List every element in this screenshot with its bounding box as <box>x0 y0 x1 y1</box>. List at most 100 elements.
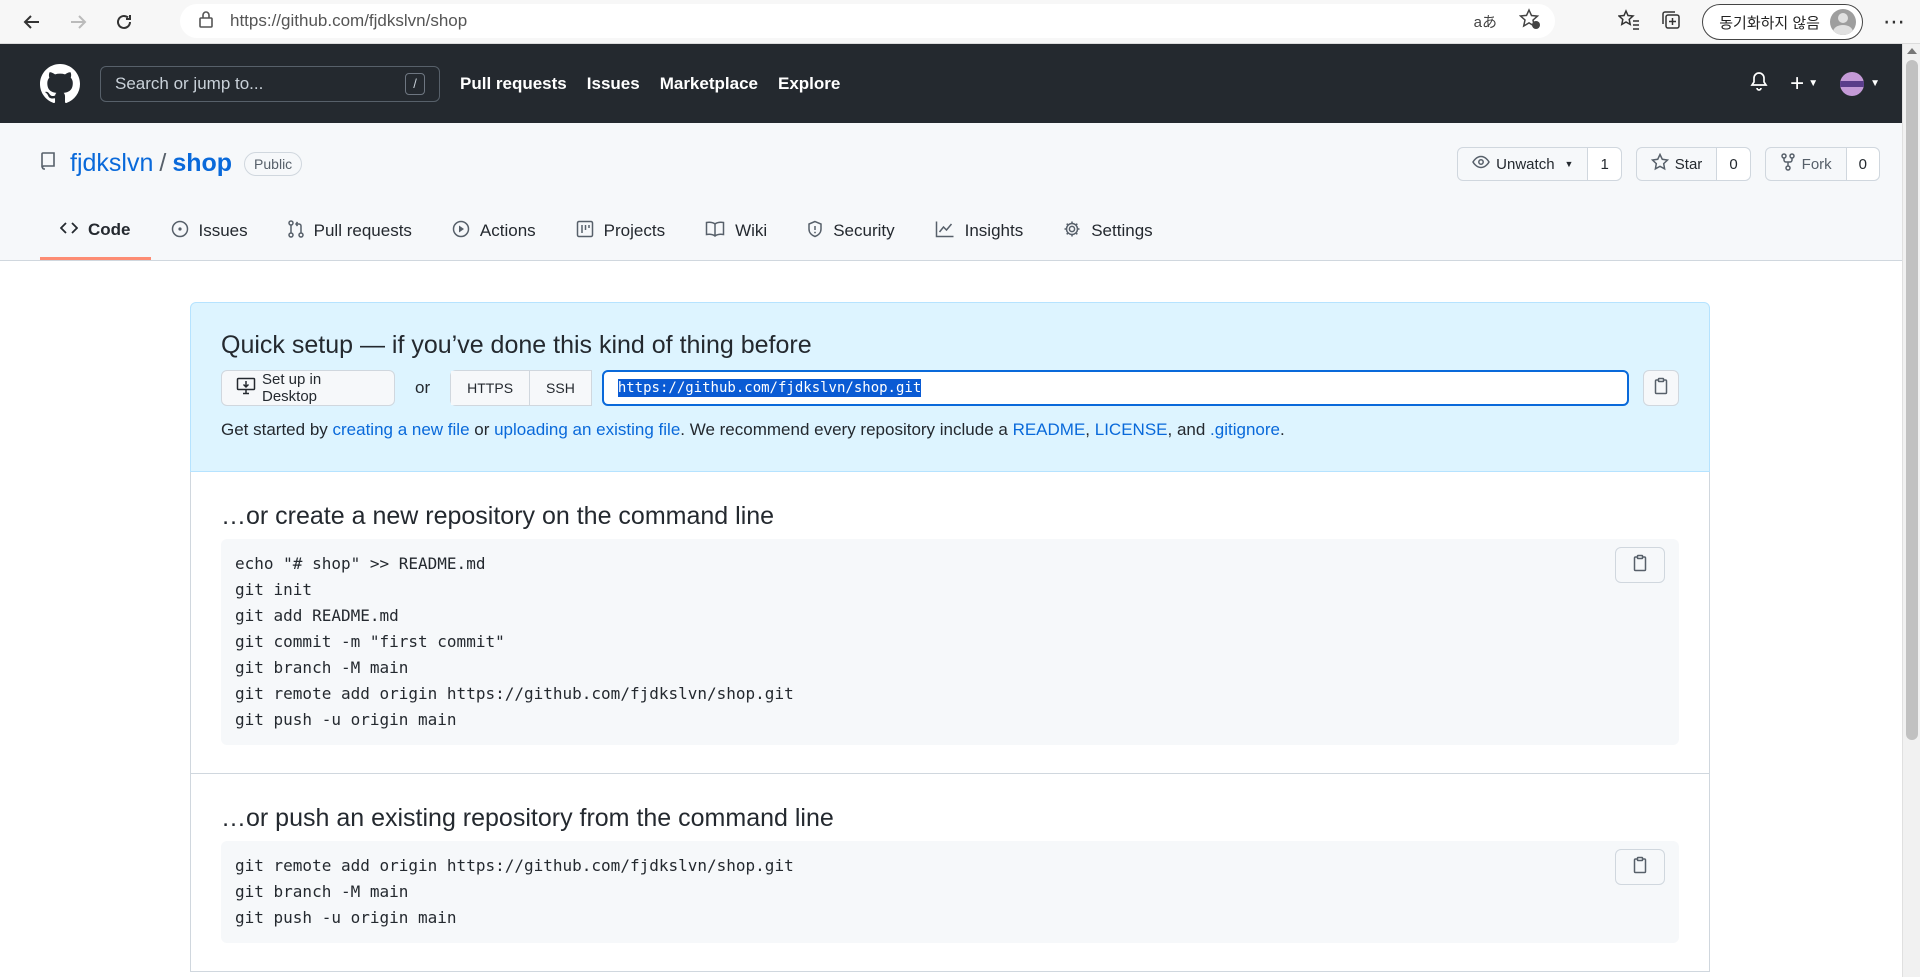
eye-icon <box>1472 155 1491 173</box>
help-text: , and <box>1167 420 1211 439</box>
repo-tabs: Code Issues Pull requests Actions Projec… <box>40 202 1173 260</box>
help-text: Get started by <box>221 420 333 439</box>
issue-icon <box>171 220 189 243</box>
refresh-icon[interactable] <box>106 4 142 40</box>
clone-protocol-toggle: HTTPS SSH <box>450 370 592 406</box>
fork-label: Fork <box>1801 155 1832 173</box>
tab-insights[interactable]: Insights <box>915 202 1044 260</box>
copy-new-repo-commands-button[interactable] <box>1615 547 1665 583</box>
more-menu-icon[interactable]: ⋯ <box>1883 9 1906 35</box>
gear-icon <box>1063 220 1081 243</box>
repo-header: fjdkslvn / shop Public Unwatch ▼ 1 Star … <box>0 123 1920 261</box>
nav-marketplace[interactable]: Marketplace <box>660 74 758 94</box>
scroll-up-arrow-icon[interactable] <box>1907 48 1917 54</box>
copy-push-commands-button[interactable] <box>1615 849 1665 885</box>
add-favorite-icon[interactable] <box>1518 7 1541 35</box>
gitignore-link[interactable]: .gitignore <box>1210 420 1280 439</box>
address-bar[interactable]: https://github.com/fjdkslvn/shop aあ <box>180 4 1555 38</box>
code-line: git branch -M main <box>235 658 409 677</box>
clone-url-input[interactable]: https://github.com/fjdkslvn/shop.git <box>601 370 1630 406</box>
push-repo-title: …or push an existing repository from the… <box>221 804 834 832</box>
setup-in-desktop-button[interactable]: Set up in Desktop <box>221 370 396 406</box>
nav-issues[interactable]: Issues <box>587 74 640 94</box>
code-line: git push -u origin main <box>235 908 457 927</box>
tab-security[interactable]: Security <box>787 202 914 260</box>
unwatch-label: Unwatch <box>1496 155 1555 173</box>
code-line: git remote add origin https://github.com… <box>235 684 794 703</box>
create-new-dropdown[interactable]: + ▼ <box>1790 71 1818 96</box>
code-line: git remote add origin https://github.com… <box>235 856 794 875</box>
clipboard-icon <box>1654 377 1668 400</box>
visibility-badge: Public <box>244 151 303 176</box>
tab-pull-requests-label: Pull requests <box>313 221 412 240</box>
tab-actions[interactable]: Actions <box>432 202 556 260</box>
tab-actions-label: Actions <box>479 221 536 240</box>
fork-button[interactable]: Fork <box>1766 148 1847 180</box>
fork-icon <box>1780 153 1796 175</box>
star-count[interactable]: 0 <box>1717 148 1750 180</box>
clone-url-value: https://github.com/fjdkslvn/shop.git <box>617 379 922 397</box>
nav-pull-requests[interactable]: Pull requests <box>460 74 567 94</box>
book-icon <box>705 221 725 242</box>
global-nav: Pull requests Issues Marketplace Explore <box>460 74 840 94</box>
copy-clone-url-button[interactable] <box>1643 370 1679 406</box>
tab-settings[interactable]: Settings <box>1043 202 1172 260</box>
page-scrollbar[interactable] <box>1902 44 1920 977</box>
code-line: git commit -m "first commit" <box>235 632 505 651</box>
lock-icon <box>198 10 214 33</box>
sync-label: 동기화하지 않음 <box>1719 14 1820 32</box>
search-placeholder: Search or jump to... <box>115 73 264 93</box>
quick-setup-help: Get started by creating a new file or up… <box>221 420 1679 440</box>
tab-projects[interactable]: Projects <box>556 202 685 260</box>
notifications-bell-icon[interactable] <box>1750 71 1768 96</box>
repo-path-separator: / <box>159 149 167 177</box>
star-button-group: Star 0 <box>1635 147 1751 181</box>
profile-avatar <box>1830 9 1856 35</box>
tab-pull-requests[interactable]: Pull requests <box>268 202 432 260</box>
tab-issues[interactable]: Issues <box>151 202 268 260</box>
help-text: . We recommend every repository include … <box>680 420 1013 439</box>
tab-insights-label: Insights <box>964 221 1024 240</box>
favorites-icon[interactable] <box>1617 8 1640 36</box>
translate-icon[interactable]: aあ <box>1474 11 1497 32</box>
pull-request-icon <box>287 219 304 243</box>
https-button[interactable]: HTTPS <box>451 371 531 405</box>
creating-new-file-link[interactable]: creating a new file <box>333 420 470 439</box>
clipboard-icon <box>1633 554 1647 577</box>
collections-icon[interactable] <box>1660 9 1682 36</box>
or-text: or <box>415 378 431 397</box>
repo-icon <box>40 149 56 178</box>
desktop-download-icon <box>236 377 256 399</box>
fork-count[interactable]: 0 <box>1846 148 1879 180</box>
uploading-existing-file-link[interactable]: uploading an existing file <box>494 420 680 439</box>
github-logo-icon[interactable] <box>40 63 80 104</box>
play-circle-icon <box>452 220 470 243</box>
watch-button-group: Unwatch ▼ 1 <box>1457 147 1622 181</box>
scrollbar-thumb[interactable] <box>1906 60 1918 740</box>
user-menu-dropdown[interactable]: ▼ <box>1840 71 1880 96</box>
forward-icon[interactable] <box>60 4 96 40</box>
repo-owner-link[interactable]: fjdkslvn <box>70 149 153 178</box>
new-repo-section: …or create a new repository on the comma… <box>190 472 1710 774</box>
back-icon[interactable] <box>14 4 50 40</box>
tab-wiki[interactable]: Wiki <box>685 202 787 260</box>
tab-code-label: Code <box>88 219 131 239</box>
tab-code[interactable]: Code <box>40 202 151 260</box>
repo-name-link[interactable]: shop <box>172 149 232 178</box>
search-input[interactable]: Search or jump to... / <box>100 65 440 102</box>
setup-in-desktop-label: Set up in Desktop <box>262 371 322 405</box>
watch-count[interactable]: 1 <box>1588 148 1621 180</box>
code-line: git init <box>235 580 313 599</box>
star-button[interactable]: Star <box>1637 148 1718 180</box>
readme-link[interactable]: README <box>1013 420 1086 439</box>
nav-explore[interactable]: Explore <box>778 74 840 94</box>
tab-settings-label: Settings <box>1091 221 1153 240</box>
code-line: git add README.md <box>235 606 399 625</box>
code-icon <box>59 220 79 240</box>
unwatch-button[interactable]: Unwatch ▼ <box>1458 148 1589 180</box>
profile-sync-button[interactable]: 동기화하지 않음 <box>1702 4 1863 40</box>
ssh-button[interactable]: SSH <box>530 371 591 405</box>
tab-wiki-label: Wiki <box>735 221 768 240</box>
license-link[interactable]: LICENSE <box>1095 420 1168 439</box>
github-header: Search or jump to... / Pull requests Iss… <box>0 44 1920 123</box>
